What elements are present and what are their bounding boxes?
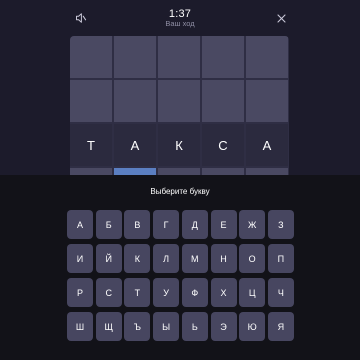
letter-key[interactable]: Щ: [95, 312, 122, 341]
letter-key[interactable]: З: [267, 210, 294, 239]
board-cell: А: [114, 124, 156, 166]
turn-status: Ваш ход: [165, 19, 195, 28]
letter-key[interactable]: К: [124, 244, 151, 273]
letter-key[interactable]: Ф: [181, 278, 208, 307]
letter-key[interactable]: Ц: [239, 278, 266, 307]
close-icon[interactable]: [273, 10, 289, 26]
board-cell: [70, 80, 112, 122]
letter-key[interactable]: Б: [95, 210, 122, 239]
game-header: 1:37 Ваш ход: [0, 0, 360, 34]
board-cell: [202, 80, 244, 122]
letter-key[interactable]: О: [239, 244, 266, 273]
letter-key[interactable]: Х: [210, 278, 237, 307]
board-cell: К: [158, 124, 200, 166]
letter-key[interactable]: Й: [95, 244, 122, 273]
board-cell: А: [246, 124, 288, 166]
letter-key[interactable]: И: [67, 244, 93, 273]
letter-key[interactable]: Е: [210, 210, 237, 239]
letter-key[interactable]: Ы: [153, 312, 180, 341]
board-cell: [202, 36, 244, 78]
board-cell: [158, 36, 200, 78]
letter-key[interactable]: Г: [153, 210, 180, 239]
letter-key[interactable]: Н: [210, 244, 237, 273]
letter-key[interactable]: Ж: [239, 210, 266, 239]
letter-key[interactable]: Р: [67, 278, 93, 307]
letter-key[interactable]: Ч: [267, 278, 294, 307]
letter-key[interactable]: С: [95, 278, 122, 307]
board-cell: [114, 80, 156, 122]
letter-key[interactable]: В: [124, 210, 151, 239]
letter-key[interactable]: У: [153, 278, 180, 307]
letter-key[interactable]: Я: [267, 312, 294, 341]
keyboard-panel: [0, 175, 360, 360]
letter-key[interactable]: Т: [124, 278, 151, 307]
board-cell: [114, 36, 156, 78]
letter-key[interactable]: Ъ: [124, 312, 151, 341]
board-cell: [158, 80, 200, 122]
keyboard-prompt: Выберите букву: [150, 187, 210, 196]
board-cell: С: [202, 124, 244, 166]
letter-key[interactable]: Л: [153, 244, 180, 273]
letter-key[interactable]: Э: [210, 312, 237, 341]
letter-key[interactable]: М: [181, 244, 208, 273]
letter-key[interactable]: Ш: [67, 312, 93, 341]
letter-key[interactable]: А: [67, 210, 93, 239]
board-cell: [246, 36, 288, 78]
board-cell: [246, 80, 288, 122]
board-cell: Т: [70, 124, 112, 166]
board-cell: [70, 36, 112, 78]
letter-key[interactable]: П: [267, 244, 294, 273]
letter-key[interactable]: Ю: [239, 312, 266, 341]
letter-key[interactable]: Д: [181, 210, 208, 239]
letter-key[interactable]: Ь: [181, 312, 208, 341]
word-board: ТАКСА: [70, 36, 289, 179]
